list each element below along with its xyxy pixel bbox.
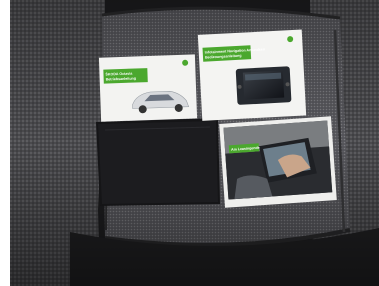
- manual-left-title: ŠKODA Octavia: [105, 71, 133, 77]
- manual-left: ŠKODA Octavia Betriebsanleitung: [98, 54, 198, 122]
- manual-center: Infotainment Navigation Amundsen Bedienu…: [197, 29, 307, 121]
- manual-right: Am Leasingende: [219, 116, 337, 208]
- document-folder: [96, 118, 220, 206]
- photo-scene: ŠKODA Octavia Betriebsanleitung Infotain…: [10, 0, 379, 286]
- infotainment-unit-picture: [235, 66, 292, 105]
